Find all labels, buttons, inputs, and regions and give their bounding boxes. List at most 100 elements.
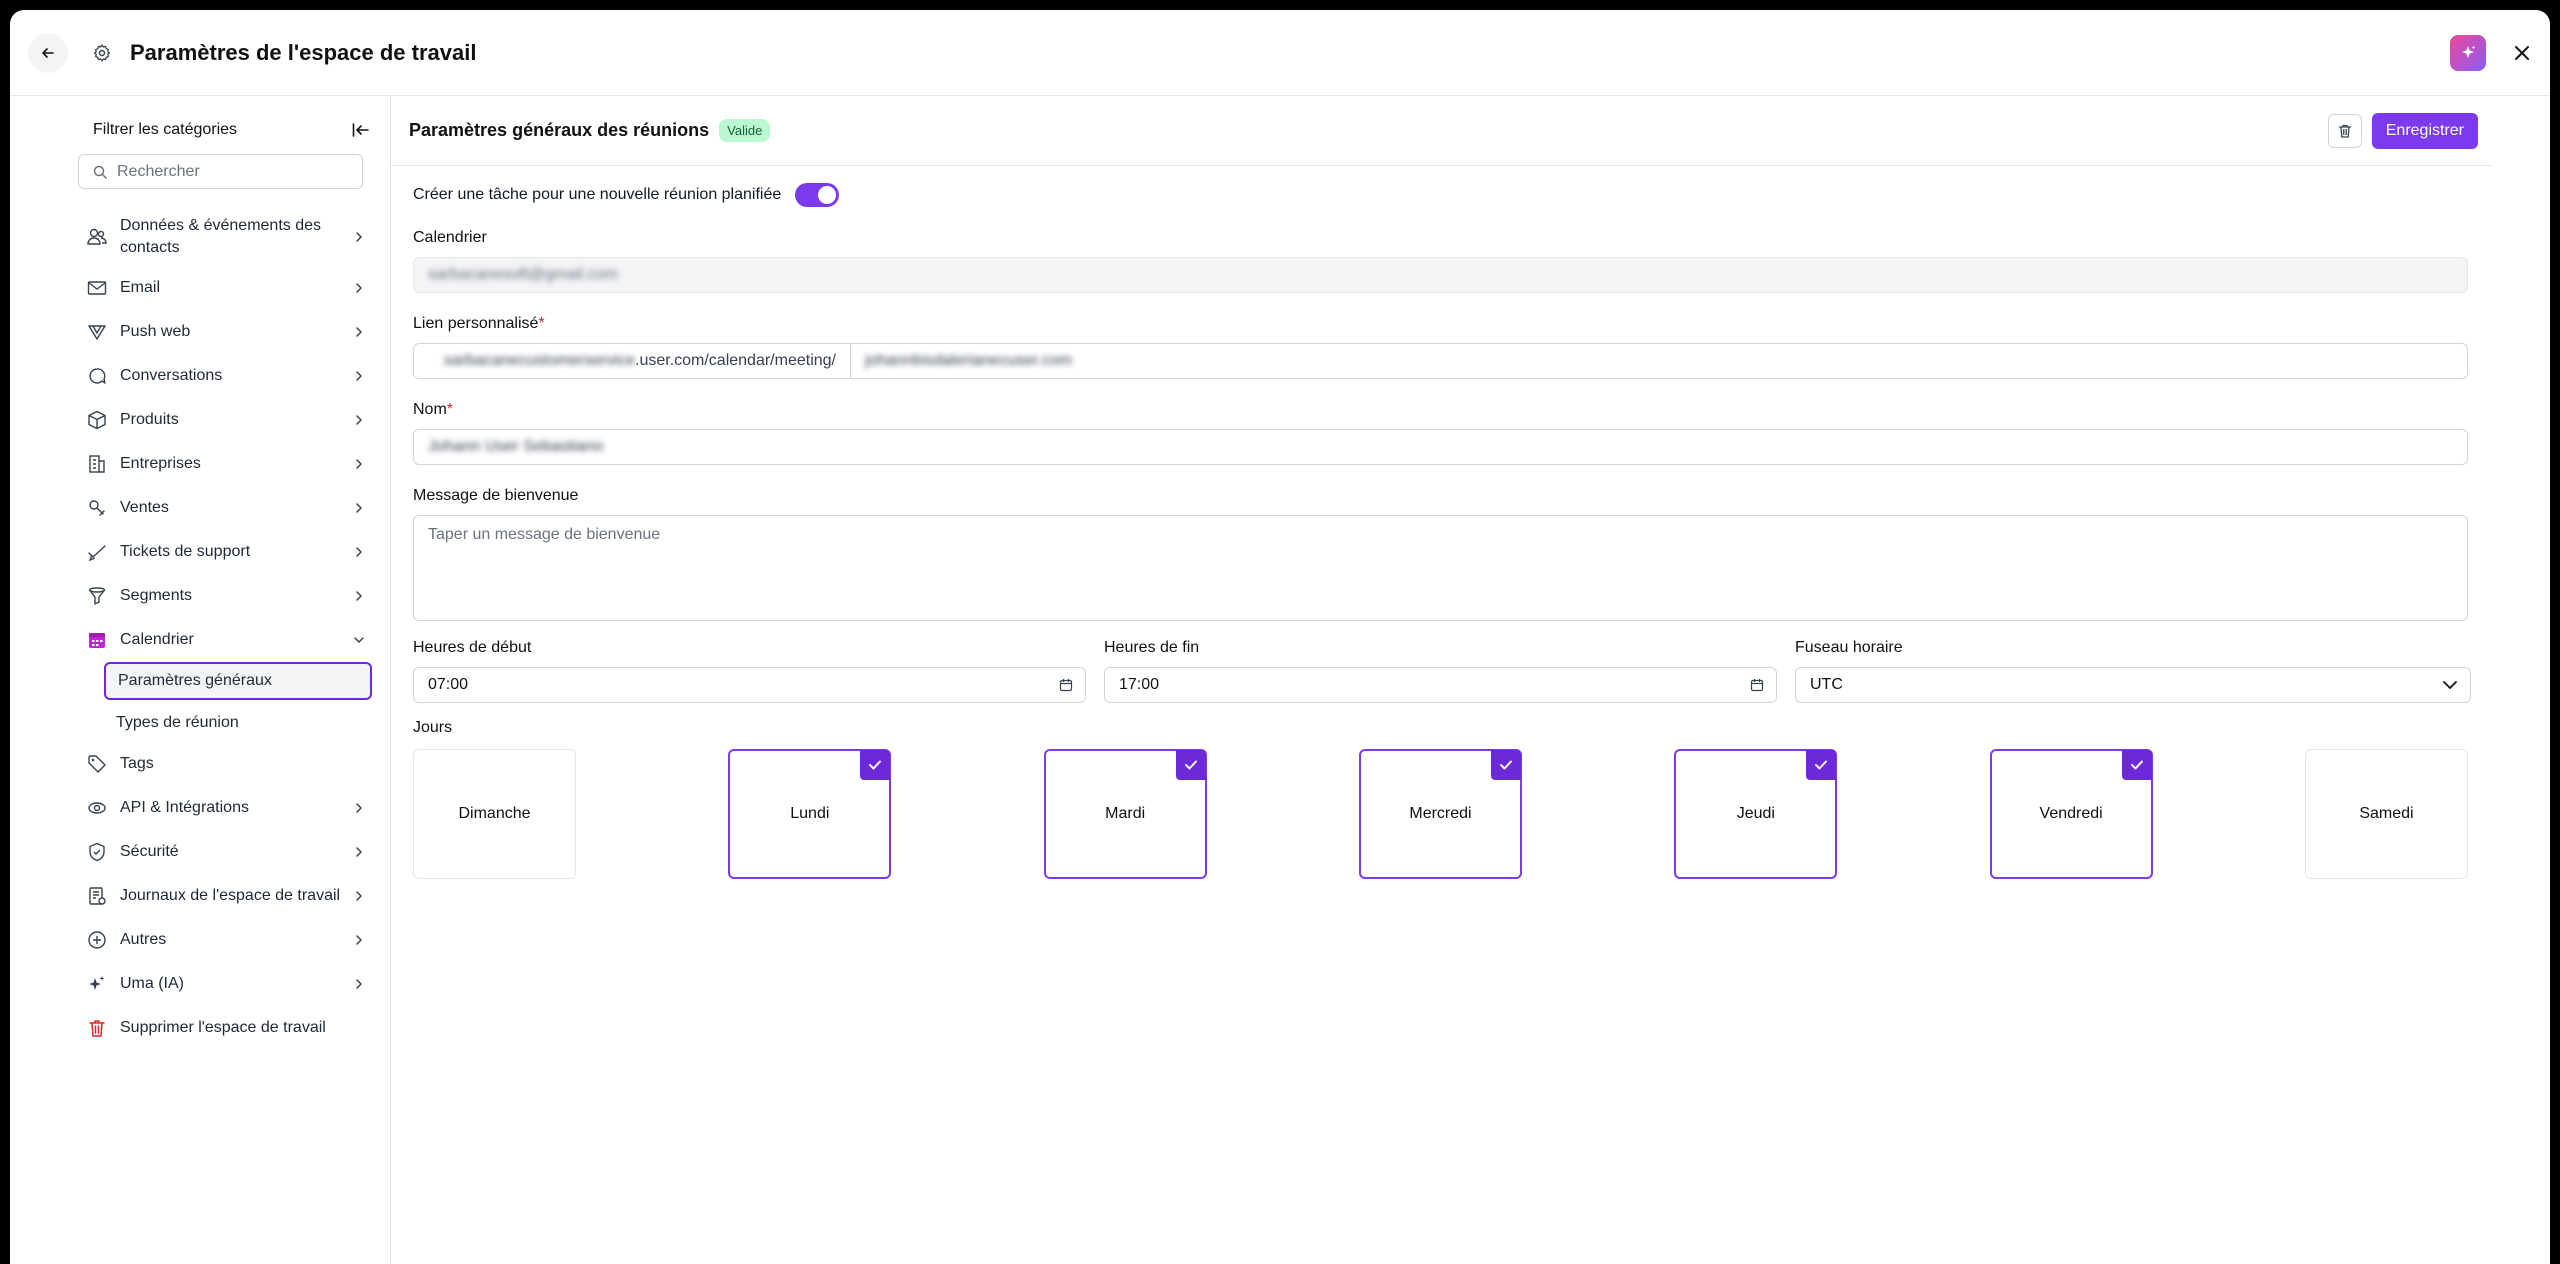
delete-button[interactable] bbox=[2327, 113, 2362, 148]
welcome-label: Message de bienvenue bbox=[413, 487, 579, 504]
sidebar-item-conversations[interactable]: Conversations bbox=[78, 354, 373, 398]
chevron-down-icon bbox=[2443, 681, 2457, 689]
gear-icon bbox=[90, 41, 114, 65]
trash-icon bbox=[86, 1017, 108, 1039]
chevron-right-icon bbox=[351, 844, 367, 860]
sidebar: Filtrer les catégories Données & événeme… bbox=[10, 96, 391, 1264]
status-badge: Valide bbox=[719, 119, 771, 142]
name-field[interactable]: Johann User Sebastiano bbox=[413, 429, 2468, 465]
sidebar-item-companies[interactable]: Entreprises bbox=[78, 442, 373, 486]
custom-link-field[interactable]: sarbacanecustomerservice .user.com/calend… bbox=[413, 343, 2468, 379]
sidebar-item-label: Conversations bbox=[120, 367, 223, 384]
sidebar-item-label: Ventes bbox=[120, 499, 169, 516]
sidebar-item-label: Tickets de support bbox=[120, 543, 251, 560]
save-button[interactable]: Enregistrer bbox=[2371, 112, 2478, 149]
sidebar-item-products[interactable]: Produits bbox=[78, 398, 373, 442]
link-label: Lien personnalisé* bbox=[413, 315, 545, 332]
trash-icon bbox=[2338, 124, 2351, 138]
sidebar-item-label: Push web bbox=[120, 323, 191, 340]
day-wednesday[interactable]: Mercredi bbox=[1358, 749, 1522, 879]
shield-icon bbox=[86, 841, 108, 863]
collapse-sidebar-button[interactable] bbox=[350, 119, 372, 141]
check-icon bbox=[1490, 750, 1521, 780]
calendar-value: sarbacanesoft@gmail.com bbox=[428, 266, 618, 283]
filter-icon bbox=[86, 585, 108, 607]
timezone-value: UTC bbox=[1810, 676, 1843, 693]
sidebar-item-label: API & Intégrations bbox=[120, 799, 249, 816]
day-thursday[interactable]: Jeudi bbox=[1674, 749, 1838, 879]
day-saturday[interactable]: Samedi bbox=[2304, 749, 2468, 879]
building-icon bbox=[86, 453, 108, 475]
welcome-message-input[interactable]: Taper un message de bienvenue bbox=[413, 515, 2468, 621]
sidebar-item-label: Tags bbox=[120, 755, 154, 772]
sidebar-subitem-general-settings[interactable]: Paramètres généraux bbox=[104, 662, 372, 700]
link-prefix-hidden: sarbacanecustomerservice bbox=[443, 352, 635, 369]
sidebar-item-label: Sécurité bbox=[120, 843, 179, 860]
chevron-right-icon bbox=[351, 588, 367, 604]
chevron-right-icon bbox=[351, 544, 367, 560]
box-icon bbox=[86, 409, 108, 431]
day-monday[interactable]: Lundi bbox=[728, 749, 892, 879]
chevron-right-icon bbox=[351, 932, 367, 948]
sales-icon bbox=[86, 497, 108, 519]
create-task-toggle[interactable] bbox=[795, 183, 840, 207]
sidebar-item-api[interactable]: API & Intégrations bbox=[78, 786, 373, 830]
back-button[interactable] bbox=[28, 32, 68, 73]
day-friday[interactable]: Vendredi bbox=[1989, 749, 2153, 879]
sidebar-item-label: Journaux de l'espace de travail bbox=[120, 887, 341, 904]
sidebar-item-segments[interactable]: Segments bbox=[78, 574, 373, 618]
sidebar-item-support-tickets[interactable]: Tickets de support bbox=[78, 530, 373, 574]
timezone-select[interactable]: UTC bbox=[1795, 667, 2471, 703]
sidebar-subitem-meeting-types[interactable]: Types de réunion bbox=[104, 704, 373, 742]
sparkle-icon bbox=[2462, 45, 2476, 58]
sidebar-item-others[interactable]: Autres bbox=[78, 918, 373, 962]
settings-form: Créer une tâche pour une nouvelle réunio… bbox=[391, 183, 2550, 879]
link-slug-input[interactable]: johannbisdalerianecuser.com bbox=[865, 352, 1072, 369]
section-header: Paramètres généraux des réunions Valide … bbox=[391, 96, 2492, 166]
check-icon bbox=[1806, 750, 1837, 780]
name-label: Nom* bbox=[413, 401, 454, 418]
link-prefix: .user.com/calendar/meeting/ bbox=[635, 352, 836, 369]
sidebar-item-label: Email bbox=[120, 279, 161, 296]
chevron-down-icon bbox=[351, 632, 367, 648]
sidebar-item-label: Supprimer l'espace de travail bbox=[120, 1019, 326, 1036]
close-button[interactable] bbox=[2510, 41, 2534, 65]
category-search[interactable] bbox=[78, 154, 363, 189]
ai-assistant-button[interactable] bbox=[2450, 34, 2486, 71]
chevron-right-icon bbox=[351, 888, 367, 904]
search-icon bbox=[93, 165, 107, 179]
sidebar-item-contacts[interactable]: Données & événements des contacts bbox=[78, 210, 373, 264]
chevron-right-icon bbox=[351, 456, 367, 472]
start-hours-value: 07:00 bbox=[428, 676, 469, 693]
sparkle-icon bbox=[86, 973, 108, 995]
calendar-icon bbox=[1750, 679, 1764, 692]
sidebar-item-label: Données & événements des contacts bbox=[120, 217, 322, 256]
log-icon bbox=[86, 885, 108, 907]
arrow-left-icon bbox=[42, 47, 54, 58]
sidebar-item-push-web[interactable]: Push web bbox=[78, 310, 373, 354]
close-icon bbox=[2515, 45, 2529, 60]
chevron-right-icon bbox=[351, 500, 367, 516]
others-icon bbox=[86, 929, 108, 951]
sidebar-item-tags[interactable]: Tags bbox=[78, 742, 373, 786]
start-hours-input[interactable]: 07:00 bbox=[413, 667, 1086, 703]
calendar-icon bbox=[1059, 679, 1073, 692]
sidebar-item-email[interactable]: Email bbox=[78, 266, 373, 310]
main-panel: Paramètres généraux des réunions Valide … bbox=[391, 96, 2550, 1264]
search-input[interactable] bbox=[117, 162, 337, 181]
settings-window: Paramètres de l'espace de travail Filtre… bbox=[10, 10, 2550, 1264]
sidebar-title: Filtrer les catégories bbox=[93, 121, 238, 138]
sidebar-item-uma-ai[interactable]: Uma (IA) bbox=[78, 962, 373, 1006]
sidebar-item-sales[interactable]: Ventes bbox=[78, 486, 373, 530]
day-sunday[interactable]: Dimanche bbox=[413, 749, 576, 879]
sidebar-item-calendar[interactable]: Calendrier bbox=[78, 618, 373, 662]
chevron-right-icon bbox=[351, 800, 367, 816]
sidebar-item-delete-workspace[interactable]: Supprimer l'espace de travail bbox=[78, 1006, 373, 1050]
chevron-right-icon bbox=[351, 324, 367, 340]
day-tuesday[interactable]: Mardi bbox=[1043, 749, 1207, 879]
end-hours-input[interactable]: 17:00 bbox=[1104, 667, 1777, 703]
sidebar-item-security[interactable]: Sécurité bbox=[78, 830, 373, 874]
sidebar-item-workspace-logs[interactable]: Journaux de l'espace de travail bbox=[78, 874, 373, 918]
sidebar-item-label: Segments bbox=[120, 587, 193, 604]
calendar-icon bbox=[86, 629, 108, 651]
